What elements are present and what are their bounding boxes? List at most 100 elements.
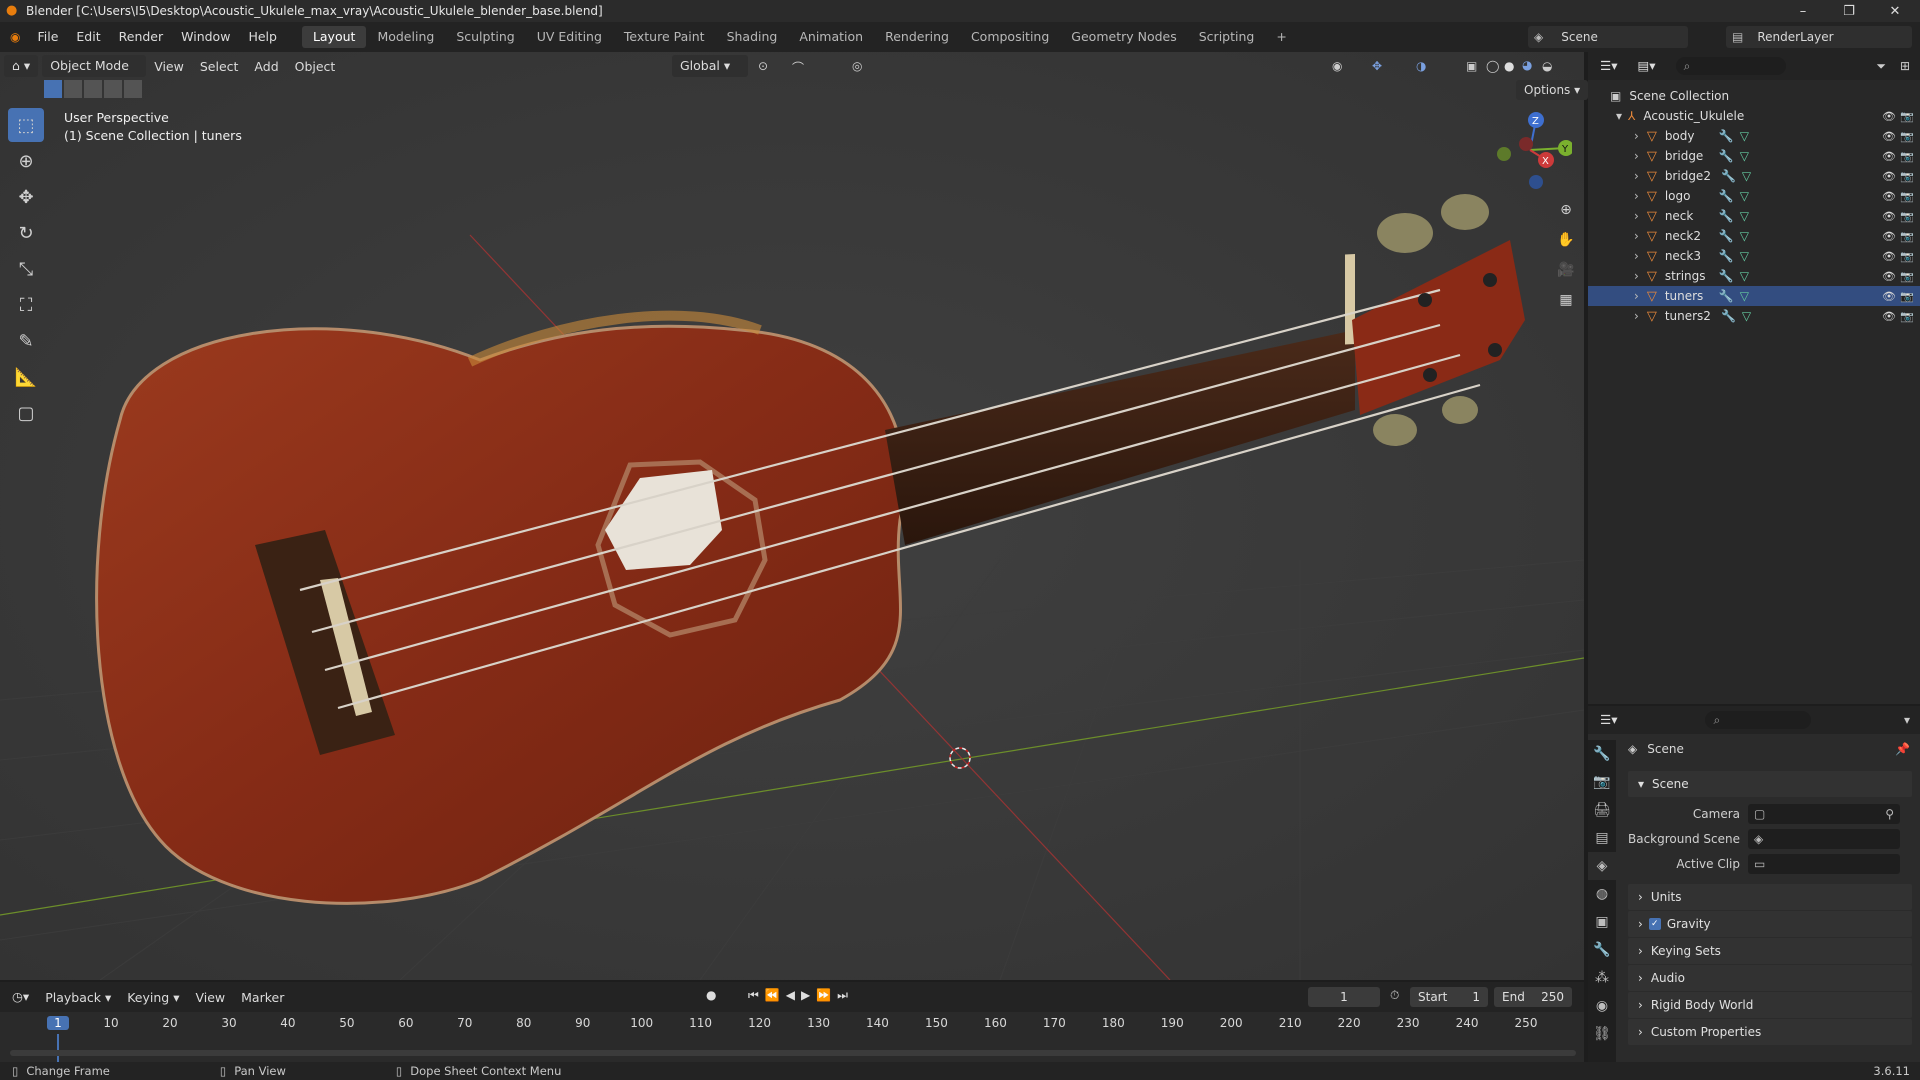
output-tab-icon[interactable]: 🖨 — [1588, 796, 1616, 824]
solid-shading-icon[interactable]: ● — [1504, 59, 1514, 73]
modifier-icon[interactable]: 🔧 — [1719, 129, 1734, 143]
mode-selector[interactable]: Object Mode ▾ — [42, 55, 147, 95]
outliner-item-neck[interactable]: › ▽ neck 🔧 ▽ 👁 📷 — [1588, 206, 1920, 226]
panel-options-icon[interactable]: ▾ — [1904, 713, 1910, 727]
options-button[interactable]: Options ▾ — [1516, 80, 1589, 100]
mesh-data-icon[interactable]: ▽ — [1740, 229, 1749, 243]
render-camera-icon[interactable]: 📷 — [1900, 170, 1914, 183]
menu-view[interactable]: View — [146, 59, 192, 74]
outliner-item-strings[interactable]: › ▽ strings 🔧 ▽ 👁 📷 — [1588, 266, 1920, 286]
scene-collection-row[interactable]: ▣ Scene Collection — [1588, 86, 1920, 106]
properties-editor-type-icon[interactable]: ☰▾ — [1592, 709, 1625, 731]
gravity-checkbox[interactable]: ✓ — [1648, 918, 1661, 930]
select-intersect-icon[interactable] — [124, 80, 142, 98]
expand-icon[interactable]: › — [1634, 249, 1639, 263]
select-extend-icon[interactable] — [64, 80, 82, 98]
constraints-tab-icon[interactable]: ⛓ — [1588, 1020, 1616, 1048]
render-camera-icon[interactable]: 📷 — [1900, 130, 1914, 143]
modifier-icon[interactable]: 🔧 — [1719, 209, 1734, 223]
visibility-eye-icon[interactable]: 👁 — [1882, 170, 1896, 183]
panel-keying-sets[interactable]: › Keying Sets — [1628, 938, 1912, 964]
mesh-data-icon[interactable]: ▽ — [1742, 309, 1751, 323]
expand-icon[interactable]: › — [1634, 309, 1639, 323]
visibility-eye-icon[interactable]: 👁 — [1882, 290, 1896, 303]
blender-menu-icon[interactable]: ◉ — [10, 30, 20, 44]
menu-timeline-view[interactable]: View — [187, 990, 233, 1005]
frame-ruler[interactable]: 1 10 20 30 40 50 60 70 80 90 100 110 120 130 140 150 160… — [0, 1012, 1584, 1068]
menu-add[interactable]: Add — [246, 59, 286, 74]
expand-icon[interactable]: › — [1634, 269, 1639, 283]
visibility-eye-icon[interactable]: 👁 — [1882, 150, 1896, 163]
menu-window[interactable]: Window — [172, 26, 239, 48]
panel-gravity[interactable]: › ✓ Gravity — [1628, 911, 1912, 937]
outliner-item-body[interactable]: › ▽ body 🔧 ▽ 👁 📷 — [1588, 126, 1920, 146]
visibility-eye-icon[interactable]: 👁 — [1882, 130, 1896, 143]
view-layer-tab-icon[interactable]: ▤ — [1588, 824, 1616, 852]
render-camera-icon[interactable]: 📷 — [1900, 210, 1914, 223]
visibility-eye-icon[interactable]: 👁 — [1882, 230, 1896, 243]
cursor-tool-icon[interactable]: ⊕ — [8, 144, 44, 178]
maximize-button[interactable]: ❐ — [1826, 0, 1872, 22]
rendered-shading-icon[interactable]: ◒ — [1542, 59, 1552, 73]
add-cube-tool-icon[interactable]: ▢ — [8, 396, 44, 430]
modifier-icon[interactable]: 🔧 — [1721, 169, 1736, 183]
outliner-editor-type-icon[interactable]: ☰▾ — [1592, 55, 1625, 77]
expand-icon[interactable]: ▾ — [1616, 109, 1622, 123]
overlays-icon[interactable]: ◑ — [1416, 59, 1426, 73]
tab-geometry-nodes[interactable]: Geometry Nodes — [1060, 26, 1187, 48]
render-layer-selector[interactable]: ▤ RenderLayer — [1726, 26, 1912, 48]
render-camera-icon[interactable]: 📷 — [1900, 150, 1914, 163]
display-mode-icon[interactable]: ▤▾ — [1629, 55, 1663, 77]
wireframe-shading-icon[interactable]: ◯ — [1486, 59, 1499, 73]
menu-select[interactable]: Select — [192, 59, 247, 74]
tab-modeling[interactable]: Modeling — [366, 26, 445, 48]
menu-help[interactable]: Help — [239, 26, 286, 48]
tab-sculpting[interactable]: Sculpting — [445, 26, 525, 48]
mesh-data-icon[interactable]: ▽ — [1740, 269, 1749, 283]
menu-marker[interactable]: Marker — [233, 990, 292, 1005]
ortho-grid-icon[interactable]: ▦ — [1552, 286, 1580, 314]
transform-tool-icon[interactable]: ⛶ — [8, 288, 44, 322]
render-camera-icon[interactable]: 📷 — [1900, 290, 1914, 303]
select-invert-icon[interactable] — [104, 80, 122, 98]
mesh-data-icon[interactable]: ▽ — [1740, 149, 1749, 163]
tool-tab-icon[interactable]: 🔧 — [1588, 740, 1616, 768]
render-camera-icon[interactable]: 📷 — [1900, 270, 1914, 283]
tab-texture-paint[interactable]: Texture Paint — [613, 26, 716, 48]
outliner-item-logo[interactable]: › ▽ logo 🔧 ▽ 👁 📷 — [1588, 186, 1920, 206]
modifier-icon[interactable]: 🔧 — [1719, 189, 1734, 203]
outliner-item-neck3[interactable]: › ▽ neck3 🔧 ▽ 👁 📷 — [1588, 246, 1920, 266]
pin-icon[interactable]: 📌 — [1895, 742, 1910, 756]
menu-playback[interactable]: Playback ▾ — [37, 990, 119, 1005]
render-camera-icon[interactable]: 📷 — [1900, 190, 1914, 203]
move-tool-icon[interactable]: ✥ — [8, 180, 44, 214]
menu-render[interactable]: Render — [110, 26, 173, 48]
collection-row[interactable]: ▾ ⅄ Acoustic_Ukulele 👁 📷 — [1588, 106, 1920, 126]
render-camera-icon[interactable]: 📷 — [1900, 250, 1914, 263]
xray-icon[interactable]: ▣ — [1466, 59, 1477, 73]
proportional-edit-icon[interactable]: ◎ — [852, 59, 862, 73]
menu-edit[interactable]: Edit — [67, 26, 109, 48]
outliner-item-tuners2[interactable]: › ▽ tuners2 🔧 ▽ 👁 📷 — [1588, 306, 1920, 326]
expand-icon[interactable]: › — [1634, 149, 1639, 163]
expand-icon[interactable]: › — [1634, 189, 1639, 203]
tab-shading[interactable]: Shading — [716, 26, 789, 48]
properties-search-input[interactable]: ⌕ — [1705, 711, 1812, 729]
mesh-data-icon[interactable]: ▽ — [1740, 189, 1749, 203]
tab-scripting[interactable]: Scripting — [1188, 26, 1266, 48]
menu-keying[interactable]: Keying ▾ — [119, 990, 187, 1005]
snap-icon[interactable]: ⌒ — [792, 59, 804, 76]
new-collection-icon[interactable]: ⊞ — [1900, 59, 1910, 73]
modifier-icon[interactable]: 🔧 — [1719, 289, 1734, 303]
expand-icon[interactable]: › — [1634, 289, 1639, 303]
modifier-icon[interactable]: 🔧 — [1719, 249, 1734, 263]
menu-file[interactable]: File — [28, 26, 67, 48]
panel-custom-properties[interactable]: › Custom Properties — [1628, 1019, 1912, 1045]
scene-tab-icon[interactable]: ◈ — [1588, 852, 1616, 880]
mesh-data-icon[interactable]: ▽ — [1740, 249, 1749, 263]
start-frame-field[interactable]: Start 1 — [1410, 987, 1488, 1007]
tab-uv-editing[interactable]: UV Editing — [526, 26, 613, 48]
camera-view-icon[interactable]: 🎥 — [1552, 256, 1580, 284]
transform-orientation[interactable]: Global ▾ — [672, 55, 748, 77]
scene-section-header[interactable]: ▾ Scene — [1628, 771, 1912, 797]
